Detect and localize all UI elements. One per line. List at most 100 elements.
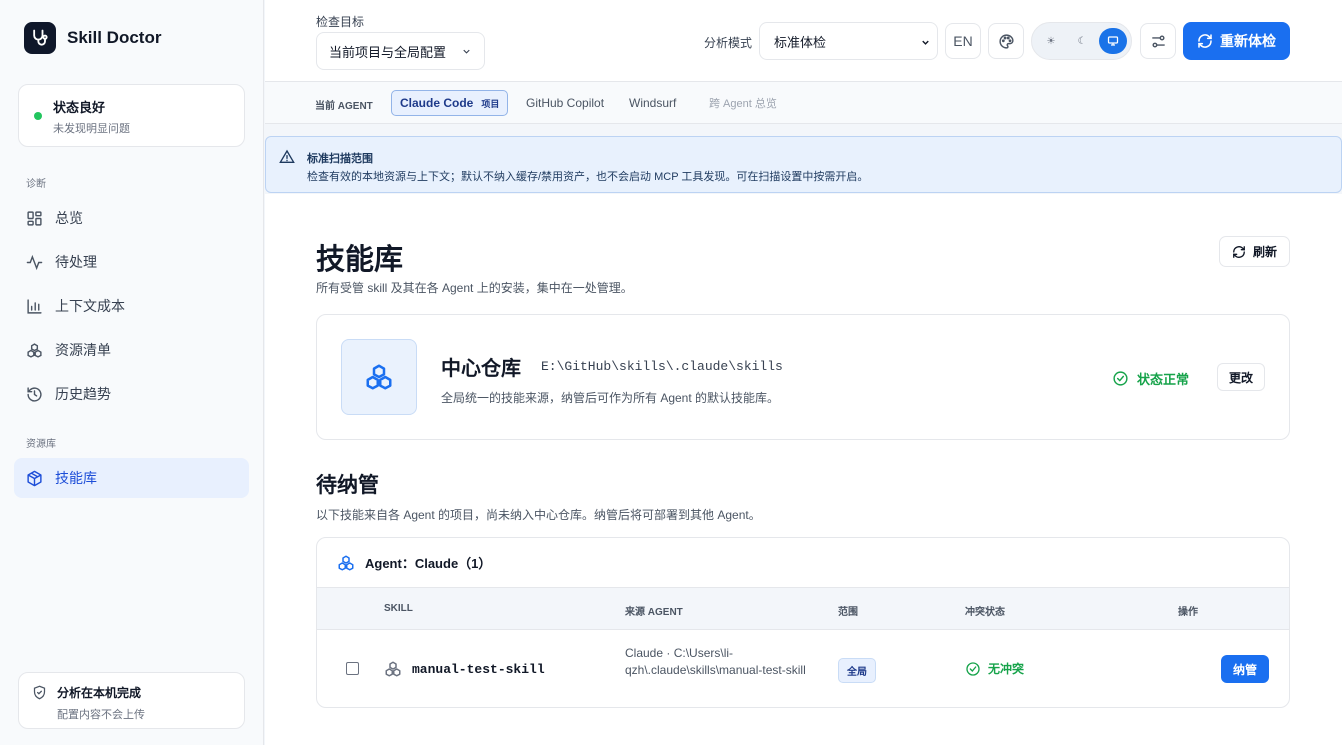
chevron-down-icon [922,40,929,45]
stethoscope-icon [24,22,56,54]
sidebar-item-label: 总览 [55,210,83,226]
chevron-down-icon [463,49,470,54]
settings-button[interactable] [1140,23,1176,59]
notice-title: 标准扫描范围 [307,153,373,165]
main-content: 技能库 所有受管 skill 及其在各 Agent 上的安装，集中在一处管理。 … [265,194,1342,745]
palette-button[interactable] [988,23,1024,59]
row-checkbox[interactable] [346,662,359,675]
status-card: 状态良好 未发现明显问题 [18,84,245,147]
conflict-status-label: 无冲突 [988,662,1025,676]
pending-title: 待纳管 [316,474,379,497]
sidebar-item-label: 历史趋势 [55,386,111,402]
tab-label: Windsurf [629,96,677,110]
boxes-icon [27,342,42,358]
sidebar-item-history[interactable]: 历史趋势 [14,374,249,414]
change-label: 更改 [1228,370,1253,385]
sidebar: Skill Doctor 状态良好 未发现明显问题 诊断 总览 待处理 上下文成… [0,0,264,745]
theme-switcher: ☀ ☾ [1031,22,1132,60]
sidebar-item-label: 资源清单 [55,342,111,358]
repo-description: 全局统一的技能来源，纳管后可作为所有 Agent 的默认技能库。 [441,391,780,405]
warning-icon [279,149,295,163]
agent-bar: 当前 AGENT Claude Code 项目 GitHub Copilot W… [265,82,1342,124]
check-circle-icon [1113,371,1128,386]
language-label: EN [953,33,973,49]
tab-cross-agent-overview[interactable]: 跨 Agent 总览 [709,90,777,116]
boxes-icon [366,364,392,390]
column-header-source: 来源 AGENT [625,607,683,618]
repo-title: 中心仓库 [441,358,521,380]
refresh-icon [1233,245,1245,258]
refresh-label: 刷新 [1252,245,1277,259]
bar-chart-icon [27,298,42,314]
page-title: 技能库 [316,244,404,276]
sidebar-item-overview[interactable]: 总览 [14,198,249,238]
repo-path: E:\GitHub\skills\.claude\skills [541,359,783,374]
repo-icon-box [341,339,417,415]
tab-label: GitHub Copilot [526,96,605,110]
boxes-icon [385,661,401,677]
recheck-label: 重新体检 [1220,33,1276,49]
recheck-button[interactable]: 重新体检 [1183,22,1290,60]
tab-github-copilot[interactable]: GitHub Copilot [526,90,604,116]
central-repo-card: 中心仓库 E:\GitHub\skills\.claude\skills 全局统… [316,314,1290,440]
refresh-icon [1198,34,1212,48]
source-agent: Claude · C:\Users\li-qzh\.claude\skills\… [625,646,806,677]
status-dot [34,112,42,120]
sidebar-item-label: 技能库 [55,470,97,486]
grid-icon [27,210,42,226]
conflict-status: 无冲突 [965,660,1024,677]
change-button[interactable]: 更改 [1217,363,1265,391]
sidebar-item-label: 待处理 [55,254,97,270]
scope-badge: 全局 [838,658,876,683]
skill-name-text: manual-test-skill [412,661,545,677]
tab-label: Claude Code [400,96,474,110]
target-select[interactable]: 当前项目与全局配置 [316,32,485,70]
scan-scope-notice: 标准扫描范围 检查有效的本地资源与上下文；默认不纳入缓存/禁用资产，也不会启动 … [265,136,1342,193]
mode-select[interactable]: 标准体检 [759,22,938,60]
tab-claude-code[interactable]: Claude Code 项目 [391,90,509,116]
local-analysis-card: 分析在本机完成 配置内容不会上传 [18,672,245,729]
refresh-button[interactable]: 刷新 [1219,236,1290,267]
check-circle-icon [966,661,980,676]
sliders-icon [1151,34,1165,48]
adopt-button[interactable]: 纳管 [1221,655,1269,683]
tab-windsurf[interactable]: Windsurf [629,90,676,116]
agent-group-title: Agent：Claude（1） [365,556,492,571]
history-icon [27,386,42,402]
mode-label: 分析模式 [704,36,753,50]
agent-label: 当前 AGENT [315,101,373,112]
target-label: 检查目标 [316,15,365,29]
sidebar-item-pending[interactable]: 待处理 [14,242,249,282]
sidebar-item-label: 上下文成本 [55,298,125,314]
target-value: 当前项目与全局配置 [329,44,447,60]
tab-tag: 项目 [481,98,500,109]
repo-status-label: 状态正常 [1137,372,1190,387]
mode-value: 标准体检 [774,34,827,50]
pending-table: Agent：Claude（1） SKILL 来源 AGENT 范围 冲突状态 操… [316,537,1290,708]
topbar: 检查目标 当前项目与全局配置 分析模式 标准体检 EN ☀ ☾ 重新体检 [265,0,1342,82]
tab-label: 跨 Agent 总览 [709,98,777,110]
local-analysis-subtitle: 配置内容不会上传 [57,709,145,721]
column-header-scope: 范围 [838,607,858,618]
local-analysis-title: 分析在本机完成 [57,686,142,700]
notice-text: 检查有效的本地资源与上下文；默认不纳入缓存/禁用资产，也不会启动 MCP 工具发… [307,171,869,183]
sidebar-item-context-cost[interactable]: 上下文成本 [14,286,249,326]
sidebar-item-inventory[interactable]: 资源清单 [14,330,249,370]
repo-status: 状态正常 [1112,369,1189,388]
adopt-label: 纳管 [1232,662,1257,677]
language-button[interactable]: EN [945,23,981,59]
brand[interactable]: Skill Doctor [24,22,161,54]
monitor-icon[interactable] [1099,28,1127,54]
status-subtitle: 未发现明显问题 [53,123,130,135]
page-subtitle: 所有受管 skill 及其在各 Agent 上的安装，集中在一处管理。 [316,281,633,295]
nav-section-diagnose: 诊断 [26,179,46,190]
boxes-icon [338,555,354,570]
column-header-conflict: 冲突状态 [965,607,1005,618]
sidebar-item-skill-library[interactable]: 技能库 [14,458,249,498]
skill-name: manual-test-skill [384,660,545,678]
activity-icon [26,254,43,270]
moon-icon[interactable]: ☾ [1068,28,1096,54]
sun-icon[interactable]: ☀ [1037,28,1065,54]
table-header: SKILL 来源 AGENT 范围 冲突状态 操作 [317,588,1289,630]
shield-check-icon [33,685,46,700]
